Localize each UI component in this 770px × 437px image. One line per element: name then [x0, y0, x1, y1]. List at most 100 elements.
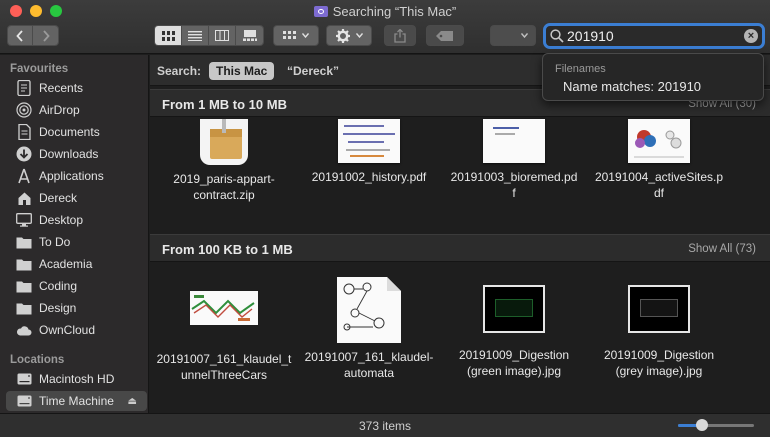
sidebar-item-label: Applications	[39, 169, 104, 183]
search-icon	[550, 29, 564, 43]
sidebar-item-label: Time Machine	[39, 394, 114, 408]
sidebar-item-airdrop[interactable]: AirDrop	[16, 100, 146, 120]
show-all-button[interactable]: Show All (73)	[688, 243, 756, 255]
search-field: ×	[543, 23, 765, 49]
sidebar-item-label: Macintosh HD	[39, 372, 115, 386]
search-input[interactable]	[567, 26, 747, 46]
file-thumbnail	[740, 119, 770, 163]
clear-search-icon[interactable]: ×	[744, 29, 758, 43]
locations-heading: Locations	[10, 354, 65, 366]
search-suggestions: Filenames Name matches: 201910	[542, 53, 764, 101]
share-button[interactable]	[384, 25, 416, 46]
sidebar-item-downloads[interactable]: Downloads	[16, 144, 146, 164]
sidebar-item-label: Desktop	[39, 213, 84, 227]
edit-tags-button[interactable]	[426, 25, 464, 46]
suggestion-heading: Filenames	[555, 63, 606, 75]
sidebar-item-recents[interactable]: Recents	[16, 78, 146, 98]
sidebar-item-to-do[interactable]: To Do	[16, 232, 146, 252]
item-count: 373 items	[358, 419, 412, 433]
pdf-thumbnail	[628, 119, 690, 163]
action-menu-button[interactable]	[326, 25, 372, 46]
sidebar-item-owncloud[interactable]: OwnCloud	[16, 320, 146, 340]
cloud-icon	[16, 322, 32, 338]
applications-icon	[16, 168, 32, 184]
file-name: 20191007_161_klaudel_t unnelThreeCars	[156, 352, 292, 382]
forward-button[interactable]	[33, 26, 58, 45]
desktop-icon	[16, 212, 32, 228]
file-item-partial[interactable]	[740, 119, 770, 163]
file-name: 20191009_Digestion (grey image).jpg	[603, 348, 715, 378]
document-icon	[16, 124, 32, 140]
file-name: 20191002_history.pdf	[311, 170, 427, 184]
view-mode-selector	[154, 25, 264, 46]
slider-knob[interactable]	[695, 419, 708, 431]
group-title: From 100 KB to 1 MB	[162, 242, 293, 257]
icon-size-slider[interactable]	[678, 419, 754, 431]
back-button[interactable]	[8, 26, 34, 45]
sidebar-item-label: To Do	[39, 235, 71, 249]
file-item[interactable]: 20191004_activeSites.p df	[590, 119, 728, 201]
file-name: 20191004_activeSites.p df	[594, 170, 724, 200]
icon-view-button[interactable]	[155, 26, 182, 45]
gallery-view-button[interactable]	[236, 26, 263, 45]
group-by-button[interactable]	[273, 25, 319, 46]
file-name: 20191007_161_klaudel- automata	[304, 350, 434, 380]
file-item[interactable]: 2019_paris-appart- contract.zip	[155, 119, 293, 203]
file-name: 20191003_bioremed.pd f	[450, 170, 578, 200]
scope-label: Search:	[157, 64, 202, 78]
chevron-right-icon	[42, 29, 50, 42]
sidebar-item-academia[interactable]: Academia	[16, 254, 146, 274]
chevron-left-icon	[16, 29, 23, 42]
sidebar-item-dereck[interactable]: Dereck	[16, 188, 146, 208]
sidebar-item-desktop[interactable]: Desktop	[16, 210, 146, 230]
file-item[interactable]: 20191009_Digestion (green image).jpg	[445, 285, 583, 379]
gear-icon	[335, 28, 350, 43]
sidebar-item-label: Recents	[39, 81, 84, 95]
sidebar-item-documents[interactable]: Documents	[16, 122, 146, 142]
clock-icon	[16, 80, 32, 96]
sidebar-item-label: Design	[39, 301, 77, 315]
sidebar-item-label: Dereck	[39, 191, 78, 205]
sidebar-item-label: Coding	[39, 279, 78, 293]
group-header: From 100 KB to 1 MB Show All (73)	[150, 234, 770, 262]
search-options-popup[interactable]	[490, 25, 536, 46]
sidebar-item-label: Downloads	[39, 147, 99, 161]
sidebar-item-label: AirDrop	[39, 103, 80, 117]
file-item[interactable]: 20191003_bioremed.pd f	[445, 119, 583, 201]
scope-dereck-button[interactable]: “Dereck”	[287, 64, 339, 78]
sidebar-item-macintosh-hd[interactable]: Macintosh HD	[16, 369, 146, 389]
file-name: 20191009_Digestion (green image).jpg	[458, 348, 570, 378]
navigation-group	[7, 25, 59, 46]
sidebar-item-coding[interactable]: Coding	[16, 276, 146, 296]
column-view-button[interactable]	[209, 26, 236, 45]
window-title-text: Searching “This Mac”	[332, 4, 457, 19]
window-title: Searching “This Mac”	[0, 4, 770, 19]
columns-icon	[215, 30, 229, 41]
file-item-partial[interactable]	[740, 285, 770, 333]
file-item[interactable]: 20191009_Digestion (grey image).jpg	[590, 285, 728, 379]
file-name: 2019_paris-appart- contract.zip	[173, 172, 275, 202]
sidebar-item-time-machine[interactable]: Time Machine ⏏	[6, 391, 147, 411]
document-thumbnail	[337, 277, 401, 343]
sidebar-item-applications[interactable]: Applications	[16, 166, 146, 186]
folder-icon	[16, 300, 32, 316]
sidebar-item-design[interactable]: Design	[16, 298, 146, 318]
list-view-button[interactable]	[182, 26, 209, 45]
harddisk-icon	[16, 393, 32, 409]
chevron-down-icon	[355, 33, 363, 38]
file-item[interactable]: 20191002_history.pdf	[300, 119, 438, 185]
sidebar-item-label: Academia	[39, 257, 93, 271]
folder-icon	[16, 234, 32, 250]
toolbar: Searching “This Mac” 201910 ×	[0, 0, 770, 54]
pdf-thumbnail	[338, 119, 400, 163]
scope-this-mac-button[interactable]: This Mac	[209, 62, 275, 80]
status-bar: 373 items	[0, 413, 770, 437]
airdrop-icon	[16, 102, 32, 118]
share-icon	[394, 28, 406, 43]
file-item[interactable]: 20191007_161_klaudel_t unnelThreeCars	[155, 285, 293, 383]
eject-icon[interactable]: ⏏	[128, 396, 137, 407]
download-icon	[16, 146, 32, 162]
file-item[interactable]: 20191007_161_klaudel- automata	[300, 277, 438, 381]
grid-icon	[161, 30, 175, 41]
suggestion-name-matches[interactable]: Name matches: 201910	[563, 79, 701, 94]
